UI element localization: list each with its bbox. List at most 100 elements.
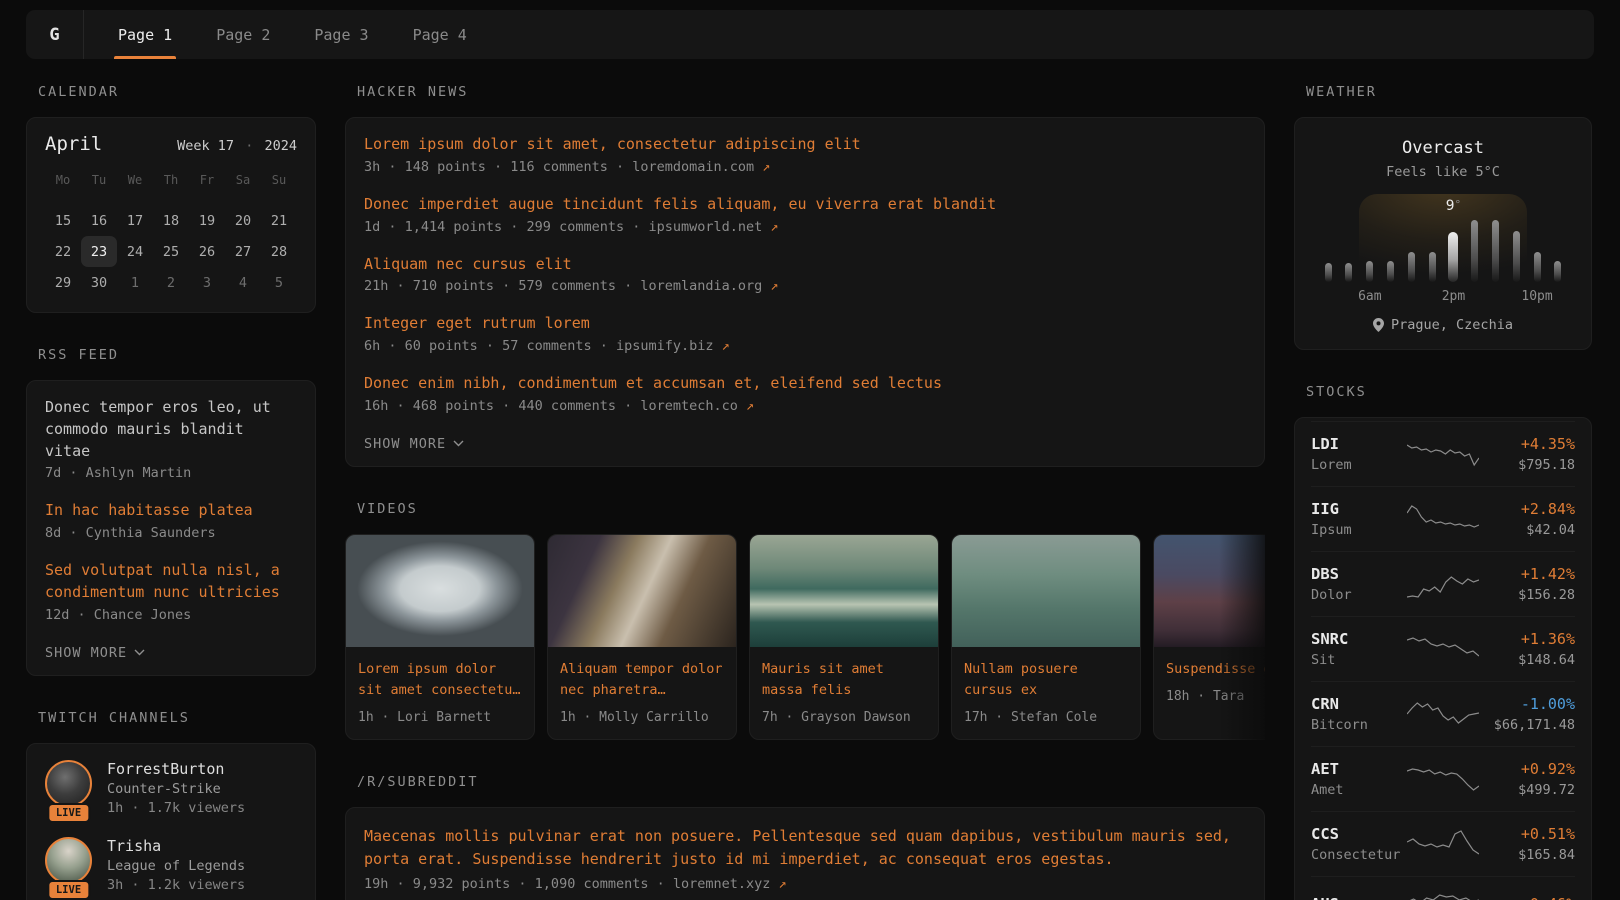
video-title[interactable]: Suspendisse diam [1166,659,1265,680]
show-more-label: SHOW MORE [364,436,446,452]
calendar-date-cell: 29 [45,267,81,298]
twitch-channel-name[interactable]: Trisha [107,837,245,855]
calendar-day-header: Su [261,167,297,193]
stock-change: +0.92% [1479,760,1575,778]
calendar-date-cell: 30 [81,267,117,298]
subreddit-post-title[interactable]: Maecenas mollis pulvinar erat non posuer… [364,825,1246,872]
weather-hour-label: 10pm [1521,289,1552,309]
chevron-down-icon [134,649,145,656]
stock-change: +0.51% [1479,825,1575,843]
stock-row: AHS +0.46% [1311,876,1575,900]
weather-bar [1429,252,1436,282]
calendar-date-cell: 16 [81,205,117,236]
calendar-date-cell: 22 [45,236,81,267]
video-thumbnail[interactable] [548,535,736,647]
stock-change: -1.00% [1479,695,1575,713]
calendar-date-cell: 15 [45,205,81,236]
rss-item-title[interactable]: Donec tempor eros leo, ut commodo mauris… [45,397,297,462]
video-title[interactable]: Mauris sit amet massa felis [762,659,926,701]
external-link-icon[interactable]: ↗ [746,398,754,414]
stock-name: Consectetur [1311,847,1407,863]
video-card: Lorem ipsum dolor sit amet consectetu… 1… [345,534,535,740]
rss-item: In hac habitasse platea 8d · Cynthia Sau… [45,500,297,541]
calendar-day-header: Mo [45,167,81,193]
stock-symbol: CCS [1311,825,1407,843]
location-pin-icon [1373,318,1384,332]
rss-item-meta: 8d · Cynthia Saunders [45,525,297,541]
calendar-day-header: We [117,167,153,193]
calendar-date-cell: 27 [225,236,261,267]
external-link-icon[interactable]: ↗ [762,159,770,175]
stock-name: Sit [1311,652,1407,668]
video-title[interactable]: Nullam posuere cursus ex [964,659,1128,701]
hacker-news-item-title[interactable]: Integer eget rutrum lorem [364,313,1246,335]
twitch-channel-game: Counter-Strike [107,781,245,797]
video-thumbnail[interactable] [346,535,534,647]
video-thumbnail[interactable] [1154,535,1265,647]
chevron-down-icon [453,440,464,447]
nav-tab[interactable]: Page 4 [391,10,489,59]
stock-price: $148.64 [1479,652,1575,668]
stock-name: Amet [1311,782,1407,798]
rss-item: Donec tempor eros leo, ut commodo mauris… [45,397,297,481]
twitch-channel-name[interactable]: ForrestBurton [107,760,245,778]
avatar[interactable] [45,760,92,807]
weather-hour-label: 2pm [1442,289,1465,309]
hacker-news-show-more-button[interactable]: SHOW MORE [364,436,464,452]
stock-row: CCS Consectetur +0.51% $165.84 [1311,811,1575,876]
stock-symbol: AHS [1311,895,1407,900]
rss-item-title[interactable]: Sed volutpat nulla nisl, a condimentum n… [45,560,297,604]
weather-bar [1448,232,1458,282]
video-thumbnail[interactable] [952,535,1140,647]
video-title[interactable]: Lorem ipsum dolor sit amet consectetu… [358,659,522,701]
meta-text: 1d · 1,414 points · 299 comments · ipsum… [364,219,770,235]
nav-tab-label: Page 1 [118,26,172,44]
weather-hour-column [1342,220,1356,309]
hacker-news-section-title: HACKER NEWS [357,84,1265,100]
calendar-date-cell: 19 [189,205,225,236]
stock-price: $795.18 [1479,457,1575,473]
hacker-news-item-title[interactable]: Aliquam nec cursus elit [364,254,1246,276]
twitch-channel-meta: 1h · 1.7k viewers [107,800,245,816]
hacker-news-item-title[interactable]: Donec enim nibh, condimentum et accumsan… [364,373,1246,395]
video-title[interactable]: Aliquam tempor dolor nec pharetra… [560,659,724,701]
top-navbar: G Page 1 Page 2 Page 3 Page 4 [26,10,1594,59]
week-separator: · [242,138,256,154]
nav-tab[interactable]: Page 2 [194,10,292,59]
weather-temp-label: 9° [1446,198,1461,214]
calendar-month: April [45,133,102,155]
weather-card: Overcast Feels like 5°C [1294,117,1592,350]
videos-section: VIDEOS Lorem ipsum dolor sit amet consec… [345,501,1265,740]
stock-sparkline [1407,890,1479,900]
rss-item-title[interactable]: In hac habitasse platea [45,500,297,522]
video-meta: 7h · Grayson Dawson [762,710,926,725]
external-link-icon[interactable]: ↗ [722,338,730,354]
subreddit-post-meta: 19h · 9,932 points · 1,090 comments · lo… [364,876,1246,892]
stock-change: +1.36% [1479,630,1575,648]
stock-sparkline [1407,698,1479,730]
weather-bar [1492,220,1499,282]
hacker-news-item-title[interactable]: Lorem ipsum dolor sit amet, consectetur … [364,134,1246,156]
rss-show-more-button[interactable]: SHOW MORE [45,645,145,661]
avatar[interactable] [45,837,92,884]
video-meta: 1h · Molly Carrillo [560,710,724,725]
show-more-label: SHOW MORE [45,645,127,661]
calendar-section: CALENDAR April Week 17 · 2024 [26,84,316,313]
hacker-news-item-title[interactable]: Donec imperdiet augue tincidunt felis al… [364,194,1246,216]
external-link-icon[interactable]: ↗ [770,219,778,235]
calendar-date-cell: 21 [261,205,297,236]
twitch-list: LIVE ForrestBurton Counter-Strike 1h · 1… [45,760,297,900]
video-meta: 1h · Lori Barnett [358,710,522,725]
nav-tab[interactable]: Page 3 [292,10,390,59]
video-thumbnail[interactable] [750,535,938,647]
rss-section-title: RSS FEED [38,347,316,363]
stock-sparkline [1407,633,1479,665]
stock-symbol: IIG [1311,500,1407,518]
external-link-icon[interactable]: ↗ [770,278,778,294]
calendar-date-cell: 4 [225,267,261,298]
nav-tab[interactable]: Page 1 [96,10,194,59]
weather-bar [1534,252,1541,282]
external-link-icon[interactable]: ↗ [779,876,787,892]
hacker-news-item-meta: 6h · 60 points · 57 comments · ipsumify.… [364,338,1246,354]
weather-hour-column: 6am [1363,220,1377,309]
